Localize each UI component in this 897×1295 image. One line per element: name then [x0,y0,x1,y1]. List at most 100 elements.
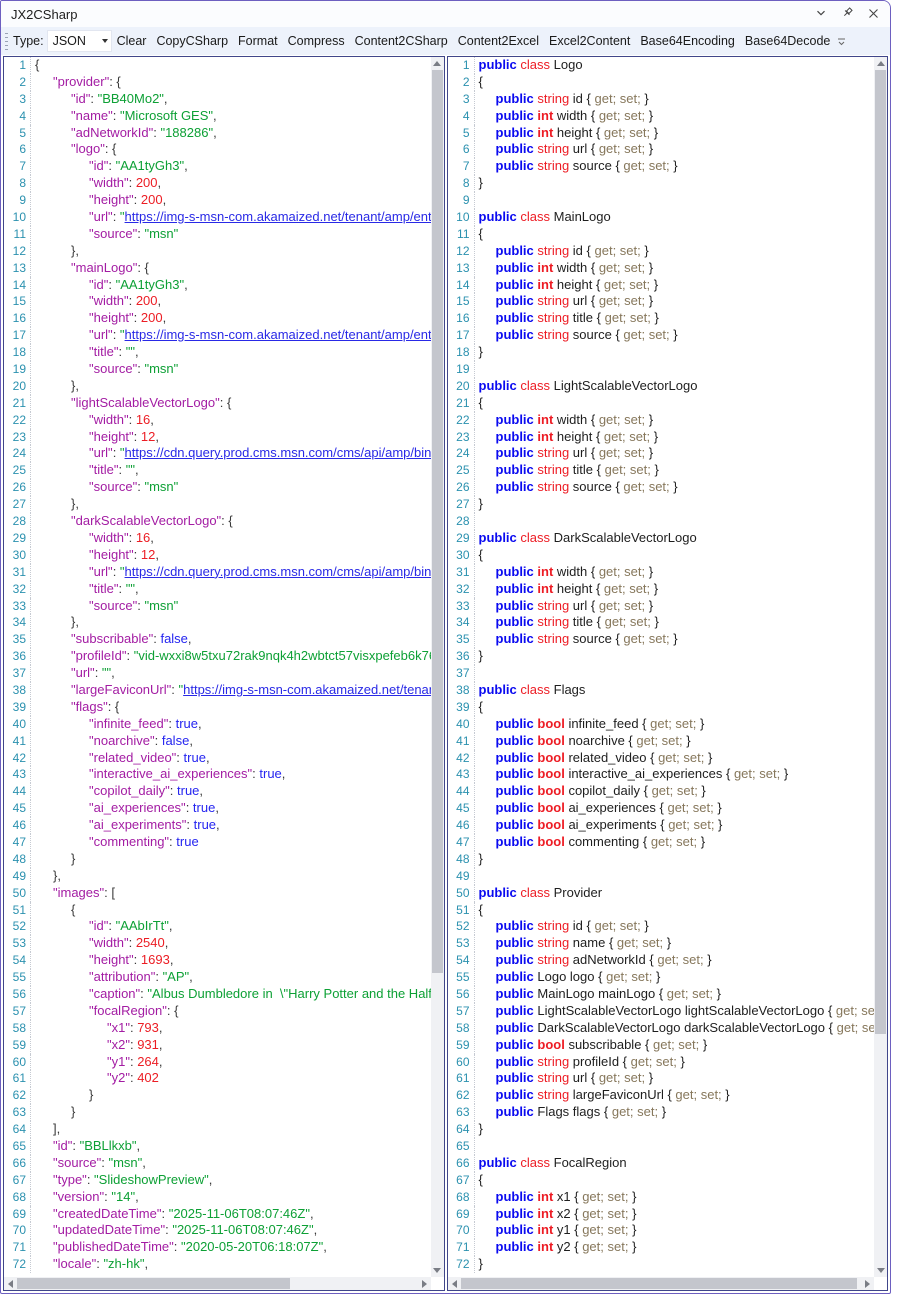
toolbar-button-base64encoding[interactable]: Base64Encoding [635,30,740,52]
line-content: public int x1 { get; set; } [475,1189,875,1206]
line-content: "caption": "Albus Dumbledore in \"Harry … [31,986,431,1003]
line-number: 59 [448,1037,475,1054]
line-number: 26 [448,479,475,496]
pin-button[interactable] [836,4,858,24]
line-content: public int x2 { get; set; } [475,1206,875,1223]
code-line: 22"width": 16, [4,412,431,429]
code-line: 30"height": 12, [4,547,431,564]
toolbar-overflow-button[interactable] [837,34,846,52]
code-line: 67{ [448,1172,875,1189]
code-line: 46public bool ai_experiments { get; set;… [448,817,875,834]
code-line: 44public bool copilot_daily { get; set; … [448,783,875,800]
line-content: "height": 200, [31,310,431,327]
line-number: 3 [4,91,31,108]
scroll-up-arrow-icon[interactable] [874,57,887,70]
line-number: 60 [448,1054,475,1071]
line-content [475,1138,875,1155]
line-number: 56 [448,986,475,1003]
line-number: 6 [4,141,31,158]
type-dropdown[interactable]: JSON [47,30,112,52]
line-number: 15 [4,293,31,310]
line-number: 20 [4,378,31,395]
toolbar-button-content2excel[interactable]: Content2Excel [453,30,544,52]
code-line: 59public bool subscribable { get; set; } [448,1037,875,1054]
csharp-output-editor[interactable]: 1public class Logo2{3public string id { … [447,56,889,1291]
right-vertical-scroll-thumb[interactable] [875,70,886,1034]
code-line: 36} [448,648,875,665]
left-horizontal-scrollbar[interactable] [4,1277,431,1290]
line-content: }, [31,496,431,513]
line-number: 51 [448,902,475,919]
code-line: 71public int y2 { get; set; } [448,1239,875,1256]
toolbar-button-copycsharp[interactable]: CopyCSharp [151,30,233,52]
close-button[interactable] [862,4,884,24]
toolbar-button-content2csharp[interactable]: Content2CSharp [350,30,453,52]
code-line: 16public string title { get; set; } [448,310,875,327]
line-content: public Flags flags { get; set; } [475,1104,875,1121]
line-content: "id": "BBLlkxb", [31,1138,431,1155]
toolbar-buttons: ClearCopyCSharpFormatCompressContent2CSh… [112,30,836,52]
line-content: public string id { get; set; } [475,918,875,935]
window-position-button[interactable] [810,4,832,24]
line-number: 33 [4,598,31,615]
line-content: public string url { get; set; } [475,445,875,462]
line-number: 22 [448,412,475,429]
line-content: { [475,1172,875,1189]
line-content: } [475,175,875,192]
line-content: public class FocalRegion [475,1155,875,1172]
toolbar-button-base64decode[interactable]: Base64Decode [740,30,835,52]
line-number: 43 [448,766,475,783]
toolbar-gripper[interactable] [5,33,8,50]
toolbar-button-excel2content[interactable]: Excel2Content [544,30,635,52]
line-content: public DarkScalableVectorLogo darkScalab… [475,1020,875,1037]
scroll-right-arrow-icon[interactable] [418,1277,431,1290]
scroll-down-arrow-icon[interactable] [431,1264,444,1277]
line-number: 29 [4,530,31,547]
toolbar-button-compress[interactable]: Compress [283,30,350,52]
code-line: 10"url": "https://img-s-msn-com.akamaize… [4,209,431,226]
line-content: } [31,851,431,868]
scroll-right-arrow-icon[interactable] [861,1277,874,1290]
scroll-left-arrow-icon[interactable] [4,1277,17,1290]
code-line: 7"id": "AA1tyGh3", [4,158,431,175]
line-content: public class Provider [475,885,875,902]
line-number: 27 [4,496,31,513]
code-line: 54public string adNetworkId { get; set; … [448,952,875,969]
line-number: 69 [448,1206,475,1223]
code-line: 40"infinite_feed": true, [4,716,431,733]
scroll-down-arrow-icon[interactable] [874,1264,887,1277]
line-number: 59 [4,1037,31,1054]
code-line: 41"noarchive": false, [4,733,431,750]
left-horizontal-scroll-thumb[interactable] [17,1278,290,1289]
line-number: 26 [4,479,31,496]
line-number: 67 [448,1172,475,1189]
pin-icon [841,6,854,22]
line-number: 35 [448,631,475,648]
code-line: 29"width": 16, [4,530,431,547]
left-vertical-scroll-thumb[interactable] [432,70,443,973]
right-horizontal-scroll-thumb[interactable] [461,1278,858,1289]
code-line: 24"url": "https://cdn.query.prod.cms.msn… [4,445,431,462]
json-input-editor[interactable]: 1{2"provider": {3"id": "BB40Mo2",4"name"… [3,56,445,1291]
line-content: "createdDateTime": "2025-11-06T08:07:46Z… [31,1206,431,1223]
toolbar-button-format[interactable]: Format [233,30,283,52]
scroll-left-arrow-icon[interactable] [448,1277,461,1290]
toolbar-button-clear[interactable]: Clear [112,30,152,52]
left-vertical-scrollbar[interactable] [431,57,444,1277]
line-number: 45 [448,800,475,817]
line-content: { [475,699,875,716]
line-number: 72 [448,1256,475,1273]
right-horizontal-scrollbar[interactable] [448,1277,875,1290]
right-vertical-scrollbar[interactable] [874,57,887,1277]
code-line: 61"y2": 402 [4,1070,431,1087]
window-title: JX2CSharp [11,7,77,22]
code-line: 23"height": 12, [4,429,431,446]
line-content [475,192,875,209]
scroll-up-arrow-icon[interactable] [431,57,444,70]
line-content: } [475,1121,875,1138]
code-line: 55public Logo logo { get; set; } [448,969,875,986]
line-content: }, [31,378,431,395]
code-line: 1public class Logo [448,57,875,74]
line-number: 64 [448,1121,475,1138]
line-number: 40 [4,716,31,733]
